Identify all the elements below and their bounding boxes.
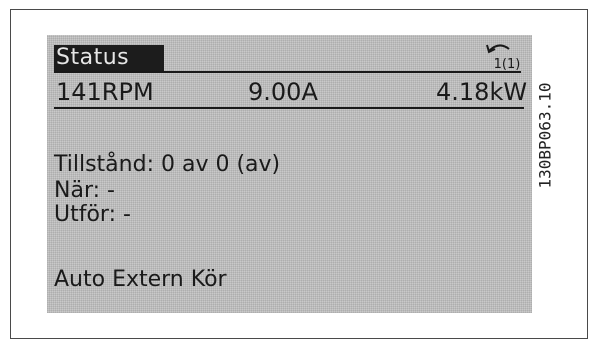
when-line: När: - (54, 178, 115, 203)
state-line: Tillstånd: 0 av 0 (av) (54, 152, 281, 177)
figure-code: 130BP063.10 (534, 40, 556, 230)
speed-readout: 141RPM (56, 78, 154, 106)
menu-indicator: 1(1) (477, 39, 521, 72)
power-readout: 4.18kW (436, 78, 528, 106)
status-title: Status (54, 45, 164, 71)
current-readout: 9.00A (248, 78, 318, 106)
back-arrow-icon: 1(1) (486, 44, 521, 72)
lcd-display: Status 1(1) 141RPM 9.00A 4.18kW Tillstån… (47, 35, 532, 313)
status-bar: Status 1(1) (54, 44, 521, 73)
do-line: Utför: - (54, 202, 131, 227)
mode-line: Auto Extern Kör (54, 267, 227, 292)
readout-row: 141RPM 9.00A 4.18kW (54, 77, 528, 109)
menu-indicator-text: 1(1) (494, 57, 521, 71)
figure-code-text: 130BP063.10 (535, 82, 555, 188)
